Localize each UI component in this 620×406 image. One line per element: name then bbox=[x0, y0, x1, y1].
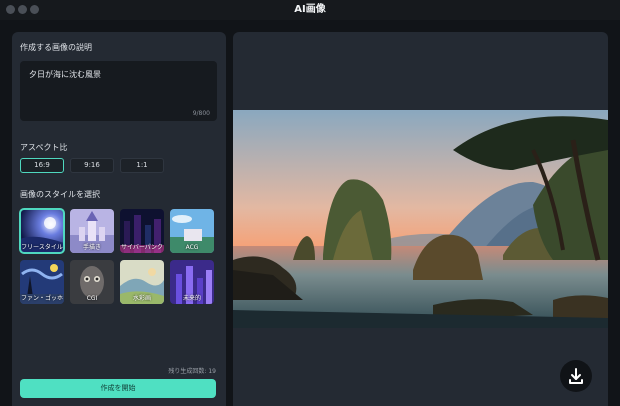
style-tile-vangogh[interactable]: ファン・ゴッホ bbox=[20, 260, 64, 304]
style-label-freestyle: フリースタイル bbox=[21, 244, 63, 251]
style-tile-futuristic[interactable]: 未来的 bbox=[170, 260, 214, 304]
style-tile-cyberpunk[interactable]: サイバーパンク bbox=[120, 209, 164, 253]
style-label-vangogh: ファン・ゴッホ bbox=[20, 295, 63, 302]
description-label: 作成する画像の説明 bbox=[20, 43, 92, 52]
prompt-text: 夕日が海に沈む風景 bbox=[29, 70, 101, 79]
title-bar: AI画像 bbox=[0, 0, 620, 20]
style-tile-freestyle[interactable]: フリースタイル bbox=[19, 208, 65, 254]
style-tile-watercolor[interactable]: 水彩画 bbox=[120, 260, 164, 304]
style-tile-acg[interactable]: ACG bbox=[170, 209, 214, 253]
style-label-handdrawn: 手描き bbox=[82, 244, 101, 251]
start-generate-button[interactable]: 作成を開始 bbox=[20, 379, 216, 398]
style-label-acg: ACG bbox=[185, 244, 199, 251]
style-label-cyberpunk: サイバーパンク bbox=[120, 244, 164, 251]
aspect-ratio-label: アスペクト比 bbox=[20, 143, 68, 152]
style-label: 画像のスタイルを選択 bbox=[20, 190, 100, 199]
style-label-watercolor: 水彩画 bbox=[132, 295, 151, 302]
remaining-count: 残り生成回数: 19 bbox=[168, 368, 216, 375]
download-button[interactable] bbox=[560, 360, 592, 392]
generated-image bbox=[233, 110, 608, 328]
style-tile-handdrawn[interactable]: 手描き bbox=[70, 209, 114, 253]
aspect-16-9-button[interactable]: 16:9 bbox=[20, 158, 64, 173]
settings-panel: 作成する画像の説明 夕日が海に沈む風景 9/800 アスペクト比 16:9 9:… bbox=[12, 32, 226, 406]
aspect-9-16-button[interactable]: 9:16 bbox=[70, 158, 114, 173]
preview-panel bbox=[233, 32, 608, 406]
char-count: 9/800 bbox=[192, 110, 210, 117]
download-icon bbox=[569, 368, 583, 384]
window-title: AI画像 bbox=[294, 4, 326, 15]
style-tile-cgi[interactable]: CGI bbox=[70, 260, 114, 304]
style-label-cgi: CGI bbox=[86, 295, 98, 302]
style-label-futuristic: 未来的 bbox=[182, 295, 201, 302]
aspect-1-1-button[interactable]: 1:1 bbox=[120, 158, 164, 173]
prompt-input[interactable]: 夕日が海に沈む風景 9/800 bbox=[20, 61, 217, 121]
